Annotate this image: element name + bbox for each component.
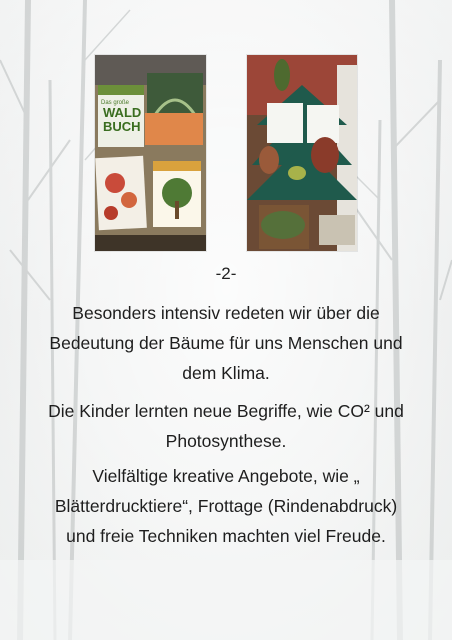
page-number: -2-	[215, 264, 237, 283]
paragraph-new-terms: Die Kinder lernten neue Begriffe, wie CO…	[48, 401, 404, 451]
paragraph-trees-climate: Besonders intensiv redeten wir über die …	[49, 303, 403, 383]
photo-books-display: Das große WALD BUCH	[95, 55, 206, 251]
photo-tree-crafts	[247, 55, 357, 251]
paragraph-creative-activities: Vielfältige kreative Angebote, wie „ Blä…	[54, 466, 398, 546]
book-title-line3: BUCH	[103, 119, 141, 134]
book-title-line2: WALD	[103, 105, 141, 120]
